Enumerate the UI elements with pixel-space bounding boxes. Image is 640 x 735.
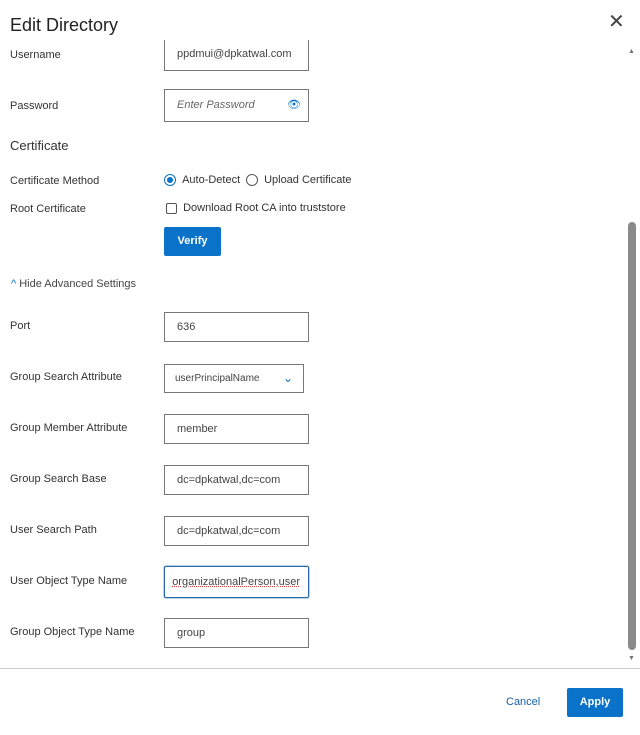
cancel-button[interactable]: Cancel bbox=[506, 696, 540, 708]
checkbox-icon bbox=[166, 202, 177, 214]
root-certificate-label: Root Certificate bbox=[10, 203, 86, 215]
password-input[interactable]: Enter Password 👁 bbox=[164, 89, 309, 122]
radio-upload-certificate[interactable]: Upload Certificate bbox=[246, 174, 352, 187]
dialog-body: ppdmui@dpkatwal.com bbox=[0, 40, 640, 668]
user-search-path-label: User Search Path bbox=[10, 524, 97, 536]
scroll-up-arrow-icon[interactable]: ▲ bbox=[628, 48, 635, 55]
input-value: organizationalPerson,user bbox=[172, 576, 300, 588]
group-search-attribute-select[interactable]: userPrincipalName ⌄ bbox=[164, 364, 304, 393]
password-label: Password bbox=[10, 100, 59, 112]
username-input[interactable]: ppdmui@dpkatwal.com bbox=[164, 40, 309, 71]
apply-button[interactable]: Apply bbox=[567, 688, 623, 717]
dialog-title: Edit Directory bbox=[10, 15, 119, 35]
group-search-attribute-label: Group Search Attribute bbox=[10, 371, 122, 383]
chevron-down-icon: ⌄ bbox=[282, 371, 293, 385]
group-search-base-label: Group Search Base bbox=[10, 473, 107, 485]
group-member-attribute-input[interactable]: member bbox=[164, 414, 309, 444]
port-input[interactable]: 636 bbox=[164, 312, 309, 342]
group-member-attribute-label: Group Member Attribute bbox=[10, 422, 128, 434]
scroll-down-arrow-icon[interactable]: ▼ bbox=[628, 655, 635, 662]
user-object-type-name-input[interactable]: organizationalPerson,user bbox=[164, 566, 309, 598]
scrollbar-thumb[interactable] bbox=[628, 222, 636, 650]
group-object-type-name-input[interactable]: group bbox=[164, 618, 309, 648]
group-object-type-name-label: Group Object Type Name bbox=[10, 626, 135, 638]
user-object-type-name-label: User Object Type Name bbox=[10, 575, 128, 587]
close-icon[interactable]: ✕ bbox=[608, 12, 625, 32]
radio-label: Upload Certificate bbox=[264, 174, 352, 187]
footer-divider bbox=[0, 668, 640, 669]
radio-unselected-icon bbox=[246, 174, 258, 187]
group-search-base-input[interactable]: dc=dpkatwal,dc=com bbox=[164, 465, 309, 495]
radio-selected-icon bbox=[164, 174, 176, 187]
checkbox-label: Download Root CA into truststore bbox=[183, 202, 346, 215]
toggle-label: Hide Advanced Settings bbox=[19, 278, 137, 290]
radio-label: Auto-Detect bbox=[182, 174, 241, 187]
download-root-ca-checkbox[interactable]: Download Root CA into truststore bbox=[166, 202, 346, 214]
username-label: Username bbox=[10, 49, 61, 61]
select-value: userPrincipalName bbox=[175, 373, 260, 384]
port-label: Port bbox=[10, 320, 31, 332]
password-placeholder: Enter Password bbox=[177, 99, 255, 111]
certificate-heading: Certificate bbox=[10, 138, 69, 153]
user-search-path-input[interactable]: dc=dpkatwal,dc=com bbox=[164, 516, 309, 546]
chevron-up-icon: ^ bbox=[11, 278, 17, 290]
hide-advanced-settings-toggle[interactable]: ^ Hide Advanced Settings bbox=[11, 278, 136, 290]
radio-auto-detect[interactable]: Auto-Detect bbox=[164, 174, 241, 187]
eye-icon[interactable]: 👁 bbox=[287, 90, 301, 121]
verify-button[interactable]: Verify bbox=[164, 227, 221, 256]
certificate-method-label: Certificate Method bbox=[10, 175, 100, 187]
